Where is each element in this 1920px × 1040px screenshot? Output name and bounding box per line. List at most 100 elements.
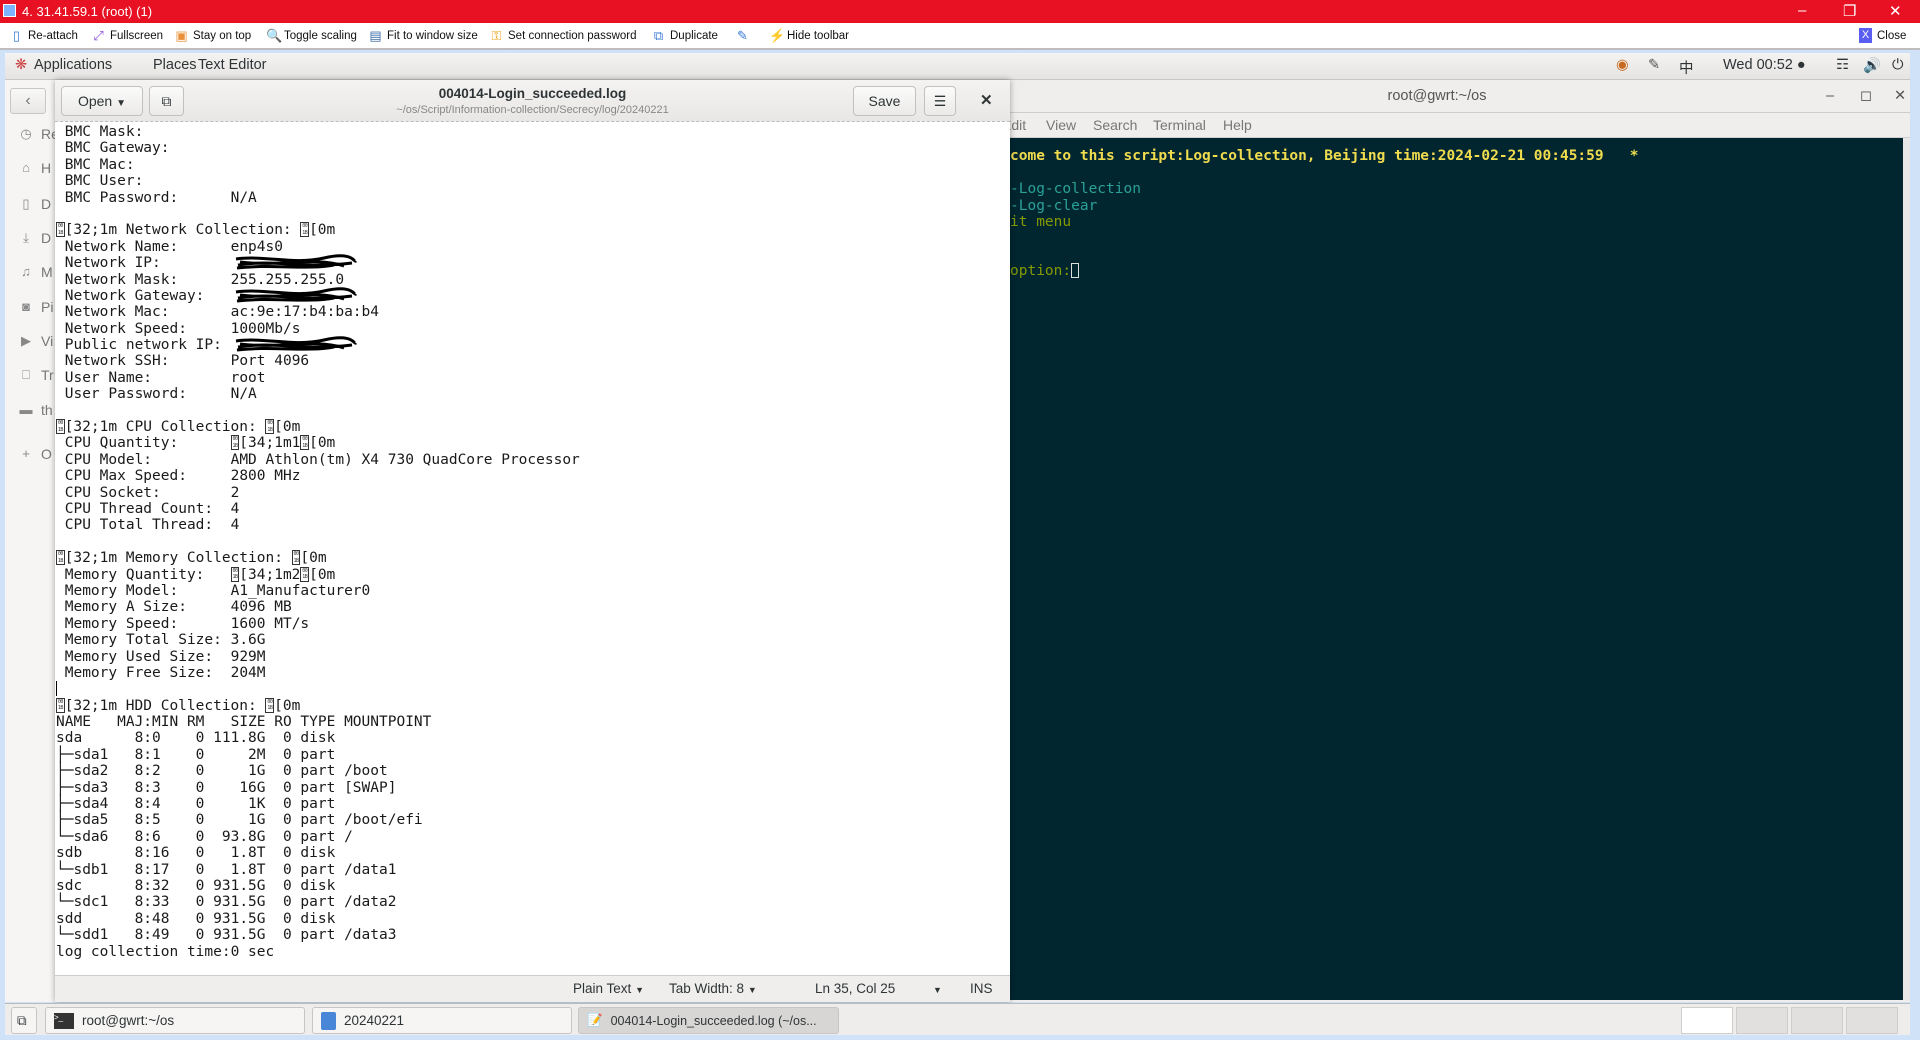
window-title: 4. 31.41.59.1 (root) (1) — [22, 4, 153, 19]
fullscreen-button[interactable]: ⤢ Fullscreen — [92, 28, 163, 43]
chevron-down-icon: ▼ — [116, 98, 127, 109]
restore-button[interactable]: ❐ — [1843, 2, 1856, 20]
sidebar-item[interactable]: ▬ th — [19, 402, 53, 418]
terminal-scrollbar[interactable] — [1903, 138, 1910, 1000]
taskbar-item-folder[interactable]: 20240221 — [312, 1007, 572, 1034]
task-label: 20240221 — [344, 1013, 405, 1028]
volume-icon[interactable]: 🔊 — [1863, 57, 1881, 74]
text-line: Memory Quantity: [34;1m2[0m — [56, 566, 336, 583]
text-line: BMC Password: N/A — [56, 189, 257, 206]
text-line: CPU Max Speed: 2800 MHz — [56, 468, 301, 485]
label: Fit to window size — [387, 29, 478, 42]
tab-width-selector[interactable]: Tab Width: 8 ▼ — [669, 981, 757, 996]
sidebar-item[interactable]: ⌂ H — [19, 160, 51, 176]
places-menu[interactable]: Places — [153, 57, 197, 73]
workspace-1[interactable] — [1681, 1007, 1733, 1034]
terminal-line: option: — [1010, 263, 1080, 279]
hide-toolbar-button[interactable]: ⚡ Hide toolbar — [769, 28, 849, 43]
back-button[interactable]: ‹ — [10, 88, 46, 114]
sidebar-item[interactable]: ◷ Re — [19, 126, 59, 142]
text-line: └─sdb1 8:17 0 1.8T 0 part /data1 — [56, 861, 397, 878]
maximize-icon[interactable]: ◻ — [1860, 80, 1872, 113]
re-attach-button[interactable]: ▯ Re-attach — [10, 28, 78, 43]
text-line: └─sda6 8:6 0 93.8G 0 part / — [56, 828, 353, 845]
stay-on-top-icon: ▣ — [175, 28, 188, 43]
sidebar-item[interactable]: ♫ M — [19, 264, 53, 280]
sidebar-item-label: Pi — [41, 299, 54, 315]
text-line — [56, 206, 1006, 222]
clock[interactable]: Wed 00:52 ● — [1723, 57, 1806, 73]
text-editor-icon: 📝 — [587, 1013, 603, 1027]
close-window-button[interactable]: ✕ — [1889, 2, 1902, 20]
text-line: [32;1m Network Collection: [0m — [56, 222, 1006, 238]
key-icon: ⚿ — [491, 28, 502, 43]
chevron-down-icon[interactable]: ▼ — [933, 985, 942, 995]
label: Re-attach — [28, 29, 78, 42]
network-icon[interactable]: ☶ — [1836, 57, 1849, 73]
taskbar-item-terminal[interactable]: >_ root@gwrt:~/os — [45, 1007, 305, 1034]
sidebar-item[interactable]: + O — [19, 446, 52, 462]
text-line: Memory Speed: 1600 MT/s — [56, 615, 310, 632]
power-icon[interactable]: ⏻ — [1892, 57, 1903, 73]
sidebar-item[interactable]: ⤓ D — [19, 230, 51, 246]
editor-text-area[interactable]: BMC Mask: BMC Gateway: BMC Mac: BMC User… — [56, 124, 1006, 976]
document-icon: ▯ — [22, 196, 30, 211]
menu-view[interactable]: View — [1046, 117, 1076, 133]
close-icon[interactable]: ✕ — [1894, 80, 1906, 113]
hamburger-menu-button[interactable]: ☰ — [924, 86, 956, 116]
remote-session-titlebar: 4. 31.41.59.1 (root) (1) – ❐ ✕ — [0, 0, 1920, 23]
app-menu[interactable]: Text Editor — [198, 57, 267, 73]
text-line: sdb 8:16 0 1.8T 0 disk — [56, 845, 336, 862]
set-password-button[interactable]: ⚿ Set connection password — [490, 28, 637, 43]
duplicate-button[interactable]: ⧉ Duplicate — [652, 28, 718, 43]
menu-help[interactable]: Help — [1223, 117, 1252, 133]
close-document-button[interactable]: ✕ — [980, 91, 993, 109]
menu-edit[interactable]: Edit — [1010, 117, 1026, 133]
minimize-icon[interactable]: – — [1826, 80, 1834, 113]
lightning-icon: ⚡ — [769, 28, 786, 43]
tray-tool-icon[interactable]: ✎ — [1648, 57, 1660, 73]
taskbar-item-editor[interactable]: 📝 004014-Login_succeeded.log (~/os... — [578, 1007, 839, 1034]
workspace-3[interactable] — [1791, 1007, 1843, 1034]
menu-terminal[interactable]: Terminal — [1153, 117, 1206, 133]
workspace-2[interactable] — [1736, 1007, 1788, 1034]
sidebar-item[interactable]: ◙ Pi — [19, 299, 53, 315]
applications-menu[interactable]: Applications — [34, 57, 112, 73]
tray-app-icon[interactable]: ◉ — [1616, 57, 1629, 73]
text-line: [32;1m CPU Collection: [0m — [56, 419, 1006, 435]
terminal-output[interactable]: come to this script:Log-collection, Beij… — [1010, 138, 1903, 1000]
cursor-position[interactable]: Ln 35, Col 25 — [815, 981, 895, 996]
escape-char-glyph:  — [265, 419, 275, 435]
menu-search[interactable]: Search — [1093, 117, 1137, 133]
input-method-indicator[interactable]: 中 — [1679, 57, 1694, 78]
fit-to-window-button[interactable]: ▤ Fit to window size — [369, 28, 478, 43]
escape-char-glyph:  — [230, 435, 240, 451]
escape-char-glyph:  — [291, 550, 301, 566]
edit-button[interactable]: ✎ — [736, 28, 749, 43]
text-editor-window: 004014-Login_succeeded.log ~/os/Script/I… — [55, 80, 1010, 1002]
music-icon: ♫ — [21, 264, 31, 279]
new-document-button[interactable]: ⧉ — [149, 86, 184, 116]
sidebar-item[interactable]: ▯ D — [19, 196, 51, 212]
label: Fullscreen — [110, 29, 164, 42]
syntax-selector[interactable]: Plain Text ▼ — [573, 981, 644, 996]
workspace-4[interactable] — [1846, 1007, 1898, 1034]
save-button[interactable]: Save — [853, 86, 916, 116]
stay-on-top-button[interactable]: ▣ Stay on top — [175, 28, 251, 43]
sidebar-item[interactable]: ▶ Vi — [19, 333, 53, 349]
close-session-button[interactable]: X Close — [1859, 28, 1906, 43]
open-button[interactable]: Open ▼ — [61, 86, 143, 116]
minimize-button[interactable]: – — [1798, 2, 1806, 19]
terminal-line: -Log-collection — [1010, 181, 1141, 197]
show-desktop-button[interactable]: ⧉ — [11, 1007, 37, 1034]
text-line: BMC Mac: — [56, 156, 135, 173]
toggle-scaling-button[interactable]: 🔍 Toggle scaling — [266, 28, 357, 43]
sidebar-item[interactable]: ⎕ Tr — [19, 367, 54, 383]
escape-char-glyph:  — [56, 550, 65, 566]
home-icon: ⌂ — [22, 160, 30, 175]
plus-icon: + — [22, 446, 30, 461]
escape-char-glyph:  — [300, 222, 310, 238]
video-icon: ▶ — [21, 333, 31, 348]
syntax-label: Plain Text — [573, 981, 632, 996]
text-line: log collection time:0 sec — [56, 943, 275, 960]
